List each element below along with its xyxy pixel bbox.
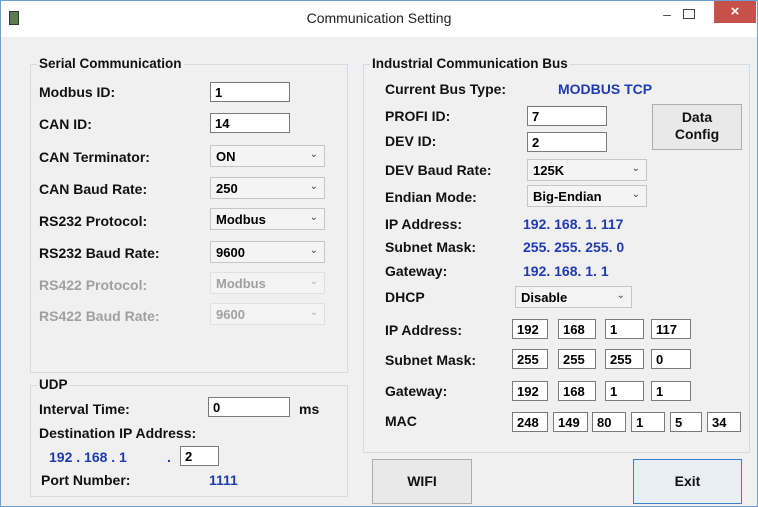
- profi-id-label: PROFI ID:: [385, 108, 451, 124]
- interval-time-label: Interval Time:: [39, 401, 130, 417]
- subnet-mask-label: Subnet Mask:: [385, 239, 477, 255]
- chevron-down-icon: ⌄: [309, 181, 318, 192]
- minimize-button[interactable]: –: [655, 5, 679, 25]
- mac-label: MAC: [385, 413, 417, 429]
- rs232-protocol-value: Modbus: [216, 212, 266, 227]
- destination-ip-last-octet-input[interactable]: 2: [180, 446, 219, 466]
- mac-byte-input[interactable]: 1: [631, 412, 665, 432]
- close-button[interactable]: ×: [714, 1, 756, 23]
- rs232-protocol-label: RS232 Protocol:: [39, 213, 148, 229]
- serial-group-title: Serial Communication: [37, 56, 184, 71]
- data-config-button[interactable]: Data Config: [652, 104, 742, 150]
- interval-time-input[interactable]: 0: [208, 397, 290, 417]
- port-number-value: 1111: [209, 472, 238, 488]
- gateway-octet-input[interactable]: 1: [651, 381, 691, 401]
- chevron-down-icon: ⌄: [631, 163, 640, 174]
- gateway-value: 192. 168. 1. 1: [523, 263, 609, 279]
- rs422-protocol-value: Modbus: [216, 276, 266, 291]
- subnet-mask-edit-label: Subnet Mask:: [385, 352, 477, 368]
- modbus-id-label: Modbus ID:: [39, 84, 116, 100]
- dhcp-label: DHCP: [385, 289, 425, 305]
- rs232-baud-select[interactable]: 9600 ⌄: [210, 241, 325, 263]
- gateway-octet-input[interactable]: 192: [512, 381, 548, 401]
- ip-octet-input[interactable]: 1: [605, 319, 644, 339]
- dev-id-label: DEV ID:: [385, 133, 437, 149]
- chevron-down-icon: ⌄: [616, 290, 625, 301]
- gateway-octet-input[interactable]: 1: [605, 381, 644, 401]
- endian-mode-label: Endian Mode:: [385, 189, 477, 205]
- modbus-id-input[interactable]: 1: [210, 82, 290, 102]
- rs232-baud-label: RS232 Baud Rate:: [39, 245, 160, 261]
- endian-mode-select[interactable]: Big-Endian ⌄: [527, 185, 647, 207]
- ip-address-value: 192. 168. 1. 117: [523, 216, 624, 232]
- mac-byte-input[interactable]: 149: [553, 412, 588, 432]
- dev-baud-select[interactable]: 125K ⌄: [527, 159, 647, 181]
- rs422-baud-value: 9600: [216, 307, 245, 322]
- dhcp-value: Disable: [521, 290, 568, 305]
- endian-mode-value: Big-Endian: [533, 189, 602, 204]
- gateway-label: Gateway:: [385, 263, 448, 279]
- window-title: Communication Setting: [306, 10, 452, 26]
- can-baud-value: 250: [216, 181, 238, 196]
- communication-setting-window: Communication Setting – × Serial Communi…: [0, 0, 758, 507]
- ip-address-label: IP Address:: [385, 216, 463, 232]
- subnet-octet-input[interactable]: 0: [651, 349, 691, 369]
- gateway-edit-label: Gateway:: [385, 383, 448, 399]
- mac-byte-input[interactable]: 248: [512, 412, 548, 432]
- rs422-baud-select: 9600 ⌄: [210, 303, 325, 325]
- chevron-down-icon: ⌄: [309, 212, 318, 223]
- chevron-down-icon: ⌄: [631, 189, 640, 200]
- mac-byte-input[interactable]: 34: [707, 412, 741, 432]
- ip-address-edit-label: IP Address:: [385, 322, 463, 338]
- wifi-button[interactable]: WIFI: [372, 459, 472, 504]
- udp-group-title: UDP: [37, 377, 70, 392]
- mac-byte-input[interactable]: 5: [670, 412, 702, 432]
- rs422-protocol-select: Modbus ⌄: [210, 272, 325, 294]
- gateway-octet-input[interactable]: 168: [558, 381, 596, 401]
- subnet-octet-input[interactable]: 255: [512, 349, 548, 369]
- can-baud-select[interactable]: 250 ⌄: [210, 177, 325, 199]
- maximize-button[interactable]: [683, 9, 695, 19]
- port-number-label: Port Number:: [41, 472, 131, 488]
- rs422-baud-label: RS422 Baud Rate:: [39, 308, 160, 324]
- ip-octet-input[interactable]: 168: [558, 319, 596, 339]
- rs422-protocol-label: RS422 Protocol:: [39, 277, 148, 293]
- interval-unit-label: ms: [299, 401, 320, 417]
- destination-ip-prefix: 192 . 168 . 1: [49, 449, 127, 465]
- subnet-octet-input[interactable]: 255: [558, 349, 596, 369]
- chevron-down-icon: ⌄: [309, 276, 318, 287]
- can-id-label: CAN ID:: [39, 116, 92, 132]
- chevron-down-icon: ⌄: [309, 307, 318, 318]
- dev-id-input[interactable]: 2: [527, 132, 607, 152]
- can-terminator-select[interactable]: ON ⌄: [210, 145, 325, 167]
- can-baud-label: CAN Baud Rate:: [39, 181, 148, 197]
- data-config-label-line2: Config: [674, 126, 720, 142]
- chevron-down-icon: ⌄: [309, 149, 318, 160]
- dhcp-select[interactable]: Disable ⌄: [515, 286, 632, 308]
- can-terminator-value: ON: [216, 149, 236, 164]
- ip-octet-input[interactable]: 192: [512, 319, 548, 339]
- subnet-octet-input[interactable]: 255: [605, 349, 644, 369]
- can-id-input[interactable]: 14: [210, 113, 290, 133]
- profi-id-input[interactable]: 7: [527, 106, 607, 126]
- destination-ip-label: Destination IP Address:: [39, 425, 197, 441]
- dev-baud-label: DEV Baud Rate:: [385, 162, 492, 178]
- ip-octet-input[interactable]: 117: [651, 319, 691, 339]
- exit-button[interactable]: Exit: [633, 459, 742, 504]
- destination-ip-dot: .: [167, 449, 171, 465]
- mac-byte-input[interactable]: 80: [592, 412, 626, 432]
- dev-baud-value: 125K: [533, 163, 565, 178]
- rs232-protocol-select[interactable]: Modbus ⌄: [210, 208, 325, 230]
- subnet-mask-value: 255. 255. 255. 0: [523, 239, 625, 255]
- bus-type-label: Current Bus Type:: [385, 81, 507, 97]
- data-config-label-line1: Data: [681, 109, 713, 125]
- chevron-down-icon: ⌄: [309, 245, 318, 256]
- title-bar: Communication Setting – ×: [1, 1, 757, 37]
- rs232-baud-value: 9600: [216, 245, 245, 260]
- can-terminator-label: CAN Terminator:: [39, 149, 150, 165]
- bus-type-value: MODBUS TCP: [558, 81, 653, 97]
- industrial-group-title: Industrial Communication Bus: [370, 56, 570, 71]
